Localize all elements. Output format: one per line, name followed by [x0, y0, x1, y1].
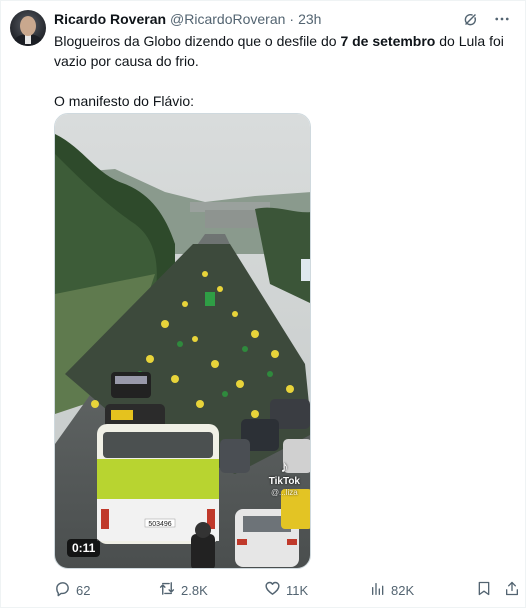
text-part1: Blogueiros da Globo dizendo que o desfil… [54, 33, 341, 49]
video-frame: 503496 [55, 114, 310, 568]
reply-button[interactable]: 62 [54, 580, 90, 600]
tweet-text: Blogueiros da Globo dizendo que o desfil… [54, 31, 509, 111]
tiktok-user: @...liza [270, 488, 298, 497]
video-player[interactable]: 503496 ♪ TikTok @...liza 0:11 [54, 113, 311, 569]
author-handle[interactable]: @RicardoRoveran [170, 11, 285, 27]
tweet-header: Ricardo Roveran @RicardoRoveran · 23h [54, 10, 321, 28]
tiktok-icon: ♪ [280, 459, 289, 476]
separator-dot: · [289, 11, 295, 27]
repost-count: 2.8K [181, 582, 208, 598]
views-count: 82K [391, 582, 415, 598]
reply-icon [54, 580, 71, 600]
tiktok-watermark: ♪ TikTok @...liza [269, 460, 300, 498]
views-icon [370, 581, 386, 600]
views-button[interactable]: 82K [370, 581, 414, 600]
like-count: 11K [286, 582, 309, 598]
share-button[interactable] [504, 580, 520, 600]
timestamp[interactable]: 23h [298, 11, 321, 27]
tweet-text-line1: Blogueiros da Globo dizendo que o desfil… [54, 31, 509, 71]
avatar[interactable] [10, 10, 46, 46]
top-actions [462, 10, 511, 28]
reply-count: 62 [76, 582, 91, 598]
tiktok-brand: TikTok [268, 476, 300, 487]
more-icon[interactable] [493, 10, 511, 28]
tweet-text-line2: O manifesto do Flávio: [54, 93, 195, 109]
repost-button[interactable]: 2.8K [158, 580, 208, 600]
bookmark-icon [476, 580, 492, 600]
bookmark-button[interactable] [476, 580, 492, 600]
text-bold: 7 de setembro [340, 33, 436, 49]
avatar-face [20, 16, 36, 36]
author-name[interactable]: Ricardo Roveran [54, 11, 166, 27]
share-icon [504, 580, 520, 600]
like-button[interactable]: 11K [264, 580, 308, 600]
action-bar: 62 2.8K 11K 82K [54, 579, 524, 601]
grok-icon[interactable] [462, 11, 479, 28]
tweet-card[interactable]: Ricardo Roveran @RicardoRoveran · 23h Bl… [0, 0, 526, 608]
video-duration: 0:11 [67, 539, 101, 557]
heart-icon [264, 580, 281, 600]
bus-number: 503496 [148, 521, 171, 528]
repost-icon [158, 580, 176, 600]
